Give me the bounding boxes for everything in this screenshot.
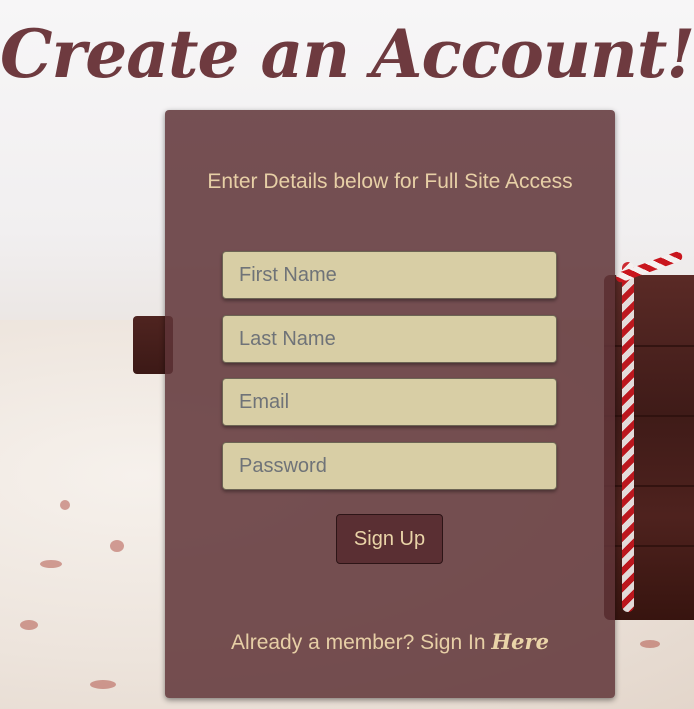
page-title: Create an Account! xyxy=(0,15,694,93)
chocolate-layer-line xyxy=(604,545,694,547)
chocolate-layer-line xyxy=(604,415,694,417)
sign-in-prompt-text: Already a member? Sign In xyxy=(231,631,492,654)
crumb xyxy=(60,500,70,510)
crumb xyxy=(640,640,660,648)
sign-in-link[interactable]: Here xyxy=(491,629,549,654)
chocolate-layer-line xyxy=(604,485,694,487)
password-input[interactable] xyxy=(222,442,557,490)
email-input[interactable] xyxy=(222,378,557,426)
signup-card: Enter Details below for Full Site Access… xyxy=(165,110,615,698)
sign-in-prompt: Already a member? Sign In Here xyxy=(165,629,615,655)
first-name-input[interactable] xyxy=(222,251,557,299)
crumb xyxy=(40,560,62,568)
form-intro: Enter Details below for Full Site Access xyxy=(207,170,573,193)
chocolate-layer-line xyxy=(604,345,694,347)
crumb xyxy=(110,540,124,552)
twine-string xyxy=(622,262,634,612)
last-name-input[interactable] xyxy=(222,315,557,363)
crumb xyxy=(90,680,116,689)
sign-up-button[interactable]: Sign Up xyxy=(336,514,443,564)
crumb xyxy=(20,620,38,630)
chocolate-stack xyxy=(604,275,694,620)
